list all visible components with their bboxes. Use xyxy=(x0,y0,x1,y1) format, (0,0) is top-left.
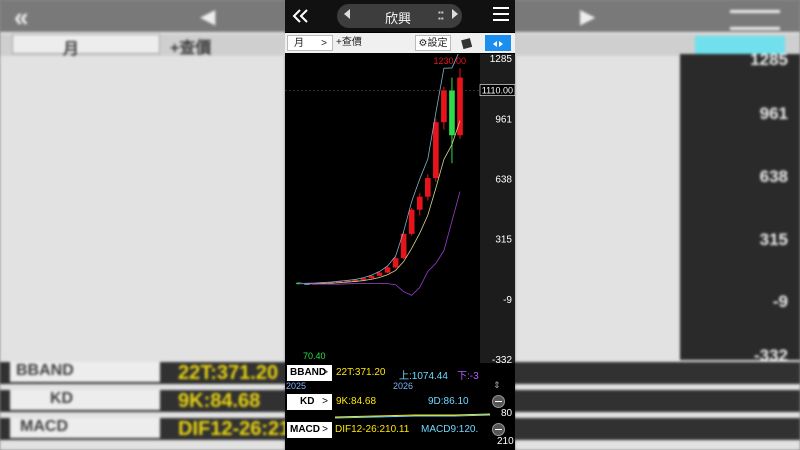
bg-menu-icon xyxy=(730,10,780,30)
bband-button[interactable]: BBAND > xyxy=(287,365,332,381)
bband-row: BBAND > 22T:371.20 上:1074.44 下:-3 xyxy=(285,364,515,382)
kd-scale-label: 80 xyxy=(501,408,513,419)
macd-button[interactable]: MACD > xyxy=(287,422,332,438)
bg-y-tick: 1285 xyxy=(750,50,788,69)
period-chevron: > xyxy=(321,38,327,49)
candle-body xyxy=(441,90,447,123)
bband-mid-value: 22T:371.20 xyxy=(336,367,386,378)
period-button[interactable]: 月 > xyxy=(287,35,333,51)
y-tick-label: 638 xyxy=(495,174,512,185)
candle-style-icon xyxy=(461,38,473,50)
period-label: 月 xyxy=(294,38,304,49)
stock-selector[interactable]: 欣興 ▪▪ ▪▪ xyxy=(337,4,462,28)
hamburger-menu-icon[interactable] xyxy=(493,7,509,23)
y-tick-label: 1285 xyxy=(490,54,513,65)
y-tick-label: -9 xyxy=(503,295,512,306)
kd-row: KD > 9K:84.68 9D:86.10 80 xyxy=(285,393,515,419)
triangle-right-icon xyxy=(452,9,458,19)
kd-button[interactable]: KD > xyxy=(287,394,332,410)
resize-handle-icon[interactable]: ⇕ xyxy=(493,380,501,391)
bg-y-tick: 961 xyxy=(759,104,788,123)
kd-chevron: > xyxy=(322,396,328,407)
macd-dif-value: DIF12-26:210.11 xyxy=(335,424,410,435)
candle-body xyxy=(416,196,423,210)
macd-chevron: > xyxy=(322,424,328,435)
bg-prev-icon: ◀ xyxy=(200,6,216,28)
bg-back-icon: « xyxy=(14,2,29,32)
macd-scale-label: 210 xyxy=(497,436,514,447)
back-button[interactable] xyxy=(289,6,311,26)
high-price-label: 1230.00 xyxy=(433,56,466,66)
bband-upper-value: 上:1074.44 xyxy=(399,371,448,382)
candle-body xyxy=(449,90,455,136)
macd-label: MACD xyxy=(290,424,320,435)
stock-search-icon[interactable]: ▪▪ ▪▪ xyxy=(438,9,444,23)
bg-macd-label: MACD xyxy=(10,418,160,438)
triangle-left-icon xyxy=(344,9,350,19)
expand-button[interactable] xyxy=(485,35,511,51)
x-label-2026: 2026 xyxy=(393,381,414,391)
candle-body xyxy=(376,272,383,276)
kd-collapse-button[interactable] xyxy=(492,395,505,408)
bg-bband-label: BBAND xyxy=(10,362,160,382)
top-bar: 欣興 ▪▪ ▪▪ xyxy=(285,0,515,32)
kd-d-value: 9D:86.10 xyxy=(428,396,469,407)
stock-name: 欣興 xyxy=(384,11,411,26)
bband-chevron: > xyxy=(322,367,328,378)
query-price-button[interactable]: +查價 xyxy=(336,35,370,51)
y-tick-label: 315 xyxy=(495,235,512,246)
candle-style-button[interactable] xyxy=(457,35,477,51)
bg-kd-label: KD xyxy=(10,390,160,410)
candle-body xyxy=(408,209,415,234)
candle-body xyxy=(424,178,431,197)
stock-chart-screen: 欣興 ▪▪ ▪▪ 月 > +查價 ⚙設定 1285 961 638 315 -9 -332 1… xyxy=(285,0,515,450)
bband-lower-value: 下:-3 xyxy=(457,371,479,382)
bg-axis-strip: 1285 961 638 315 -9 -332 xyxy=(680,50,800,365)
last-price-label: 1110.00 xyxy=(482,86,513,96)
lower-band-line xyxy=(298,191,461,296)
candle-body xyxy=(392,258,399,268)
bg-period-button: 月 xyxy=(12,34,160,58)
y-axis-strip xyxy=(480,54,515,363)
macd-collapse-button[interactable] xyxy=(492,423,505,436)
bg-y-tick: -332 xyxy=(753,346,788,365)
bg-y-tick: 638 xyxy=(759,167,788,186)
candle-body xyxy=(433,122,439,179)
double-chevron-left-icon xyxy=(292,9,308,23)
kd-label: KD xyxy=(300,396,315,407)
prev-stock-button[interactable] xyxy=(343,8,351,23)
bg-kd-value: 9K:84.68 xyxy=(178,390,261,412)
bg-bband-value: 22T:371.20 xyxy=(178,362,279,384)
x-axis: 2025 2026 ⇕ xyxy=(285,380,515,392)
macd-signal-value: MACD9:120. xyxy=(421,424,479,435)
candle-body xyxy=(384,267,391,273)
low-price-label: 70.40 xyxy=(303,351,326,361)
settings-button[interactable]: ⚙設定 xyxy=(415,35,451,51)
chart-toolbar: 月 > +查價 ⚙設定 xyxy=(285,33,515,53)
y-tick-label: 961 xyxy=(495,114,512,125)
bg-query-button: +查價 xyxy=(170,40,212,57)
macd-row: MACD > DIF12-26:210.11 MACD9:120. 210 xyxy=(285,421,515,447)
y-tick-label: -332 xyxy=(492,355,512,363)
bband-label: BBAND xyxy=(290,367,327,378)
x-label-2025: 2025 xyxy=(286,381,307,391)
bg-next-icon: ▶ xyxy=(580,6,596,28)
kd-k-value: 9K:84.68 xyxy=(336,396,377,407)
next-stock-button[interactable] xyxy=(451,8,459,23)
kd-mini-chart xyxy=(334,413,490,419)
bg-y-tick: -9 xyxy=(772,292,788,311)
expand-arrows-icon xyxy=(493,41,503,47)
bg-y-tick: 315 xyxy=(759,230,788,249)
price-chart[interactable]: 1285 961 638 315 -9 -332 1110.00 1230.00 70.40 xyxy=(285,54,515,363)
